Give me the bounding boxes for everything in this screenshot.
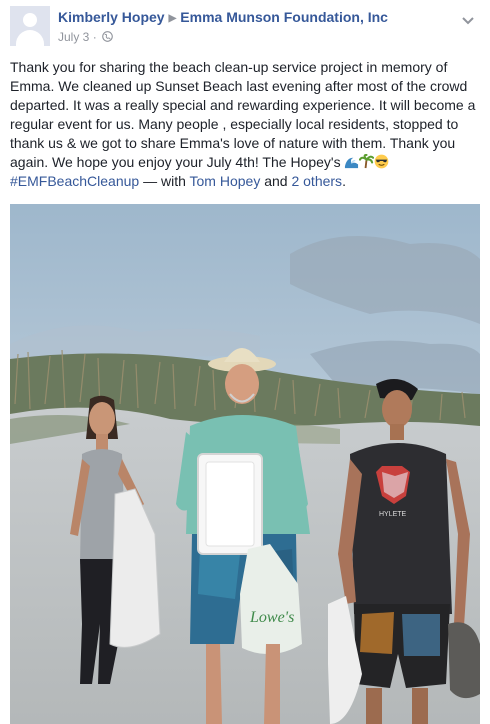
meta-separator: · [92, 30, 97, 44]
shirt-text: HYLETE [379, 511, 407, 518]
hashtag-link[interactable]: #EMFBeachCleanup [10, 173, 139, 189]
sunglasses-emoji [374, 154, 389, 169]
bag-logo-text: Lowe's [249, 609, 294, 626]
wave-emoji [344, 154, 359, 169]
post-title: Kimberly Hopey ▶ Emma Munson Foundation, I… [58, 9, 388, 25]
tagged-person-link[interactable]: Tom Hopey [190, 173, 261, 189]
post-photo[interactable]: Lowe's HYLETE [10, 204, 480, 724]
end-text: . [342, 173, 346, 189]
post-meta: July 3 · [58, 30, 113, 45]
author-link[interactable]: Kimberly Hopey [58, 9, 165, 25]
globe-icon[interactable] [102, 31, 113, 45]
post-body: Thank you for sharing the beach clean-up… [10, 58, 480, 191]
others-link[interactable]: 2 others [291, 173, 342, 189]
palm-tree-emoji [359, 153, 375, 169]
post-header: Kimberly Hopey ▶ Emma Munson Foundation, I… [10, 6, 480, 50]
post-date[interactable]: July 3 [58, 30, 89, 44]
page-link[interactable]: Emma Munson Foundation, Inc [180, 9, 388, 25]
chevron-down-icon[interactable] [462, 12, 474, 30]
with-text: — with [143, 173, 186, 189]
arrow-right-icon: ▶ [168, 13, 177, 24]
and-text: and [264, 173, 288, 189]
post-message: Thank you for sharing the beach clean-up… [10, 59, 476, 170]
avatar[interactable] [10, 6, 50, 46]
